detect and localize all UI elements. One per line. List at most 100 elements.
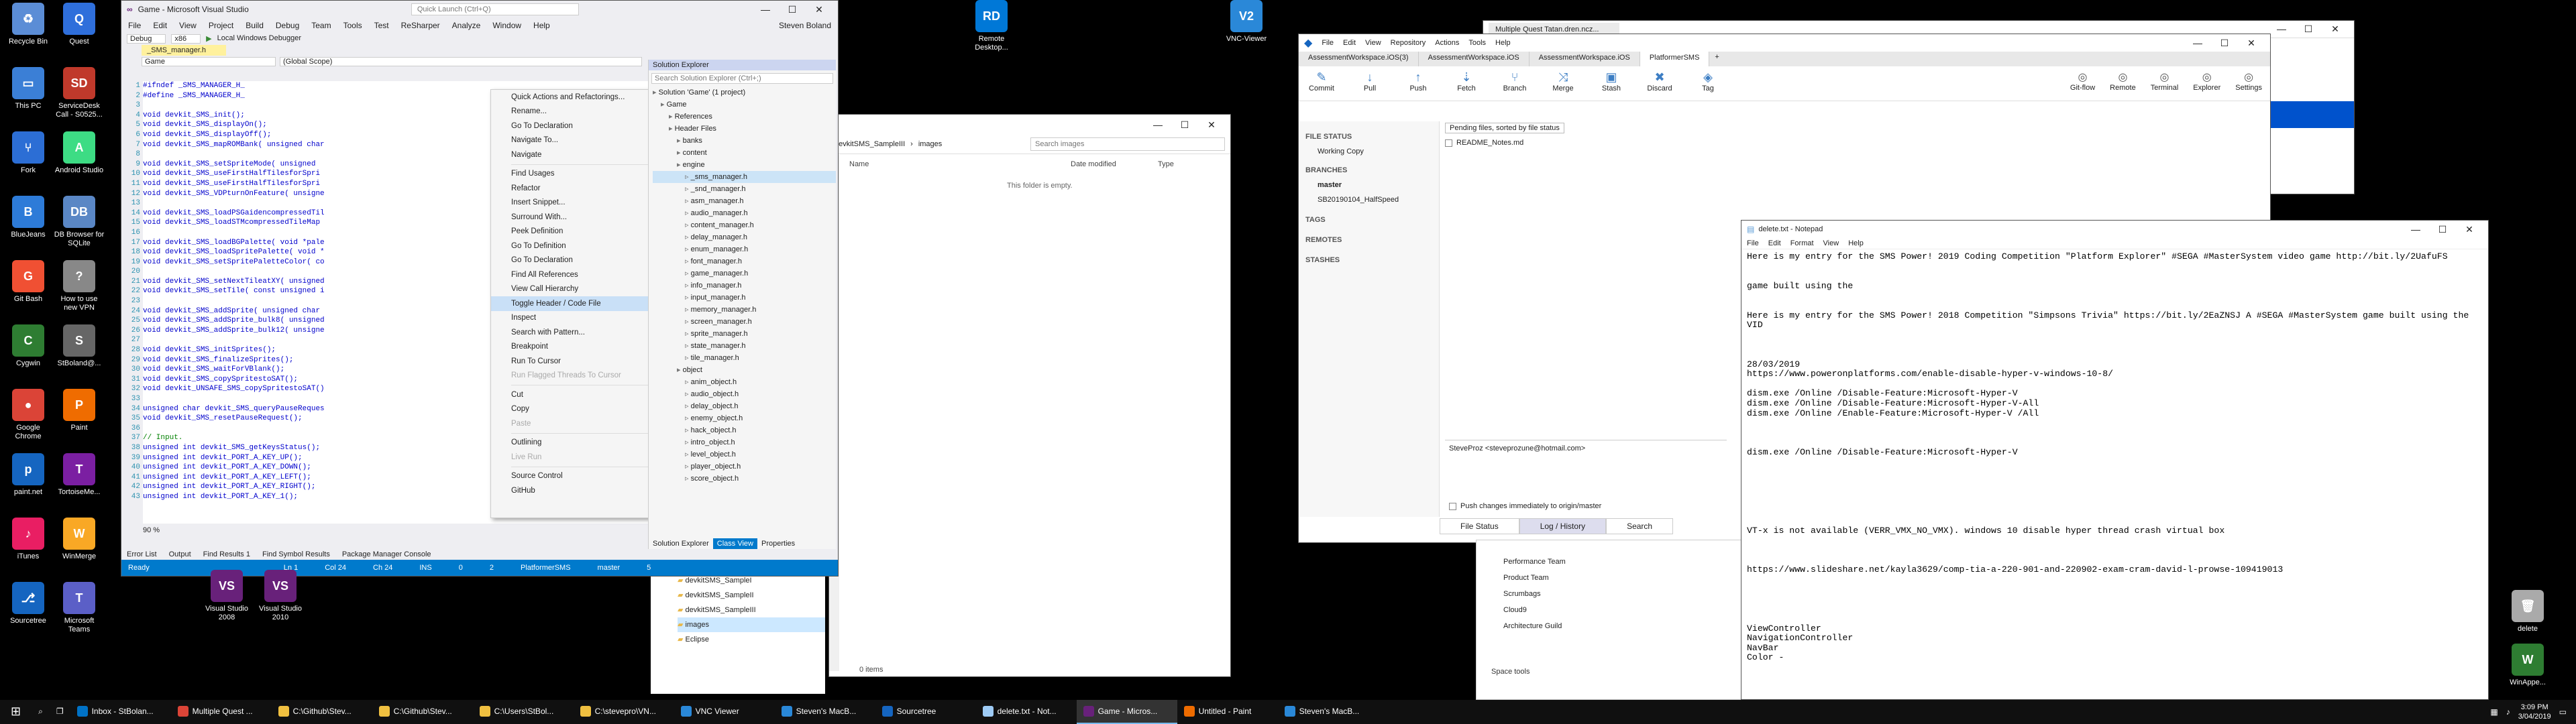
solution-tree-item[interactable]: ▹ intro_object.h [653,436,836,448]
menu-file[interactable]: File [1747,239,1759,247]
pending-file-name[interactable]: README_Notes.md [1456,139,1523,147]
menu-view[interactable]: View [1365,39,1381,47]
taskbar-item[interactable]: C:\Users\StBol... [473,700,574,724]
menu-edit[interactable]: Edit [1343,39,1356,47]
solution-tree-item[interactable]: ▹ screen_manager.h [653,316,836,328]
solution-tree-item[interactable]: ▹ enum_manager.h [653,243,836,255]
solution-tree-item[interactable]: ▹ game_manager.h [653,267,836,280]
solution-tree-item[interactable]: ▹ delay_manager.h [653,231,836,243]
solution-tree-item[interactable]: ▹ score_object.h [653,473,836,485]
menu-help[interactable]: Help [1495,39,1511,47]
space-nav-item[interactable]: Architecture Guild [1503,618,1566,634]
desktop-icon[interactable]: S StBoland@... [54,324,105,368]
tags-header[interactable]: TAGS [1305,213,1432,227]
close-icon[interactable]: ✕ [1198,119,1225,131]
minimize-icon[interactable]: — [2402,224,2429,235]
taskbar-item[interactable]: Steven's MacB... [775,700,875,724]
menu-file[interactable]: File [128,21,141,30]
desktop-icon[interactable]: ? How to use new VPN [54,260,105,312]
repo-tab[interactable]: AssessmentWorkspace.iOS [1419,52,1529,66]
taskbar-item[interactable]: Sourcetree [875,700,976,724]
platform-select[interactable]: x86 [171,34,201,44]
breadcrumb-folder[interactable]: devkitSMS_SampleIII [835,140,905,148]
menu-window[interactable]: Window [492,21,521,30]
file-checkbox[interactable] [1445,139,1452,147]
status-branch[interactable]: master [598,564,621,572]
project-scope[interactable]: Game [142,57,276,66]
menu-test[interactable]: Test [374,21,389,30]
solution-tree-item[interactable]: ▸ banks [653,135,836,147]
menu-resharper[interactable]: ReSharper [401,21,440,30]
panel-tab[interactable]: Class View [712,538,757,549]
desktop-icon[interactable]: VS Visual Studio 2010 [255,570,306,622]
menu-analyze[interactable]: Analyze [452,21,481,30]
file-status-header[interactable]: FILE STATUS [1305,129,1432,144]
desktop-icon[interactable]: DB DB Browser for SQLite [54,196,105,248]
bottom-tab[interactable]: Output [169,550,191,558]
taskbar-item[interactable]: Game - Micros... [1076,700,1177,724]
desktop-icon[interactable]: A Android Studio [54,131,105,175]
menu-edit[interactable]: Edit [153,21,167,30]
solution-tree-item[interactable]: ▸ content [653,147,836,159]
menu-project[interactable]: Project [209,21,233,30]
solution-tree-item[interactable]: ▹ player_object.h [653,461,836,473]
space-nav-item[interactable]: Performance Team [1503,554,1566,570]
user-name[interactable]: Steven Boland [779,21,831,30]
taskbar-item[interactable]: Untitled - Paint [1177,700,1278,724]
desktop-icon[interactable]: V2 VNC-Viewer [1221,0,1272,44]
branch-master[interactable]: master [1305,178,1432,192]
maximize-icon[interactable]: ☐ [2211,38,2238,49]
visual-studio-window[interactable]: ∞ Game - Microsoft Visual Studio Quick L… [121,0,839,577]
solution-tree-item[interactable]: ▹ sprite_manager.h [653,328,836,340]
taskbar-item[interactable]: Inbox - StBolan... [70,700,171,724]
status-up[interactable]: 0 [459,564,463,572]
bottom-tab[interactable]: Log / History [1519,518,1607,534]
nav-folder[interactable]: ▰ devkitSMS_SampleII [678,588,825,603]
config-select[interactable]: Debug [127,34,166,44]
branch-halfspeed[interactable]: SB20190104_HalfSpeed [1305,192,1432,207]
desktop-icon[interactable]: SD ServiceDesk Call - S0525... [54,67,105,119]
desktop-icon[interactable]: P Paint [54,389,105,432]
column-header[interactable]: Name [849,160,1071,168]
menu-help[interactable]: Help [533,21,550,30]
bottom-tab[interactable]: Package Manager Console [342,550,431,558]
space-tools-link[interactable]: Space tools [1491,668,1529,676]
menu-help[interactable]: Help [1848,239,1864,247]
space-nav-item[interactable]: Cloud9 [1503,602,1566,618]
desktop-icon[interactable]: ♪ iTunes [3,518,54,561]
status-repo[interactable]: PlatformerSMS [521,564,571,572]
solution-tree-item[interactable]: ▸ engine [653,159,836,171]
settings-button[interactable]: ◎ Settings [2235,70,2262,97]
global-scope[interactable]: (Global Scope) [280,57,642,66]
taskbar-item[interactable]: Steven's MacB... [1278,700,1379,724]
solution-tree-item[interactable]: ▹ memory_manager.h [653,304,836,316]
breadcrumb-images[interactable]: images [918,140,942,148]
desktop-icon[interactable]: Q Quest [54,3,105,46]
close-icon[interactable]: ✕ [806,4,833,15]
solution-tree-item[interactable]: ▹ audio_object.h [653,388,836,400]
repo-tab[interactable]: AssessmentWorkspace.iOS(3) [1299,52,1419,66]
solution-tree-item[interactable]: ▸ Header Files [653,123,836,135]
bottom-tab[interactable]: File Status [1440,518,1519,534]
solution-tree-item[interactable]: ▸ object [653,364,836,376]
solution-tree-item[interactable]: ▸ Game [653,99,836,111]
gitflow-button[interactable]: ◎ Git-flow [2070,70,2095,97]
menu-view[interactable]: View [1823,239,1839,247]
close-icon[interactable]: ✕ [2238,38,2265,49]
new-tab-icon[interactable]: + [1709,52,1724,66]
menu-repository[interactable]: Repository [1391,39,1426,47]
stashes-header[interactable]: STASHES [1305,253,1432,267]
panel-tab[interactable]: Solution Explorer [649,538,713,549]
desktop-icon[interactable]: ▭ This PC [3,67,54,111]
space-nav-item[interactable]: Scrumbags [1503,586,1566,602]
nav-folder[interactable]: ▰ devkitSMS_SampleIII [678,603,825,617]
bottom-tab[interactable]: Error List [127,550,157,558]
solution-tree-item[interactable]: ▹ _sms_manager.h [653,171,836,183]
run-debugger-button[interactable]: Local Windows Debugger [217,34,301,44]
taskbar-item[interactable]: Multiple Quest ... [171,700,272,724]
solution-tree-item[interactable]: ▹ info_manager.h [653,280,836,292]
menu-format[interactable]: Format [1790,239,1814,247]
desktop-icon[interactable]: T Microsoft Teams [54,582,105,634]
network-icon[interactable]: ▦ [2490,707,2498,717]
search-input[interactable] [1030,137,1225,151]
